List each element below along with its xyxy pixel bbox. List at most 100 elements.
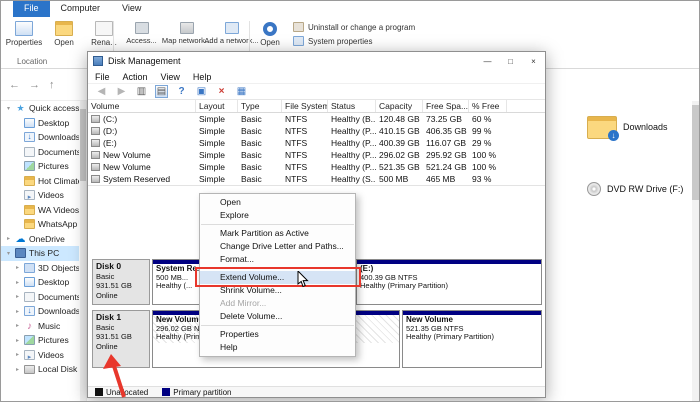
ribbon-button[interactable]: Properties (5, 19, 43, 49)
sidebar-item[interactable]: ▾ This PC (1, 246, 79, 261)
context-menu-item[interactable]: Format... (200, 253, 355, 266)
ribbon-tab[interactable]: View (111, 1, 152, 17)
videos-icon (24, 349, 35, 360)
context-menu-item[interactable] (201, 325, 354, 326)
forward-arrow-icon[interactable]: → (29, 79, 40, 91)
sidebar-item[interactable]: Downloads (1, 130, 79, 145)
sidebar-item[interactable]: ▸ Downloads (1, 304, 79, 319)
context-menu-item[interactable]: Change Drive Letter and Paths... (200, 240, 355, 253)
volume-row[interactable]: System Reserved Simple Basic NTFS Health… (88, 173, 545, 185)
chevron-icon[interactable]: ▸ (5, 235, 12, 242)
close-button[interactable]: × (522, 53, 545, 70)
sidebar-item[interactable]: ▸ Pictures (1, 333, 79, 348)
delete-volume-icon[interactable]: × (215, 86, 228, 97)
chevron-icon[interactable]: ▸ (14, 351, 21, 358)
sidebar-item[interactable]: ▾ Quick access (1, 101, 79, 116)
properties-icon[interactable]: ▤ (155, 85, 168, 98)
sidebar-item[interactable]: ▸ Music (1, 319, 79, 334)
chevron-icon[interactable]: ▸ (14, 366, 21, 373)
ribbon-button[interactable]: Access... (119, 20, 164, 47)
up-arrow-icon[interactable]: ↑ (49, 79, 55, 91)
ribbon-tab[interactable]: File (13, 1, 50, 17)
ribbon-button[interactable]: Add a network... (204, 20, 259, 47)
column-header[interactable]: Status (328, 100, 376, 112)
sidebar-item[interactable]: Documents (1, 145, 79, 160)
ribbon-button[interactable]: Map network... (162, 20, 211, 47)
back-icon[interactable]: ◀ (95, 86, 108, 97)
context-menu-item[interactable]: Properties (200, 328, 355, 341)
partition-new-volume-2[interactable]: New Volume 521.35 GB NTFS Healthy (Prima… (402, 310, 542, 368)
sidebar-item[interactable]: ▸ Desktop (1, 275, 79, 290)
ribbon-button[interactable]: Open (45, 19, 83, 49)
menubar-item[interactable]: File (95, 72, 110, 82)
chevron-icon[interactable]: ▸ (14, 279, 21, 286)
help-icon[interactable]: ? (175, 86, 188, 97)
sidebar-item[interactable]: ▸ Videos (1, 348, 79, 363)
ribbon-button[interactable]: Rena... (85, 19, 123, 49)
sidebar-item[interactable]: WhatsApp Ima... (1, 217, 79, 232)
content-tile[interactable]: Downloads (587, 107, 697, 147)
context-menu-item[interactable]: Mark Partition as Active (200, 227, 355, 240)
ribbon-tab[interactable]: Computer (49, 1, 112, 17)
sidebar-item[interactable]: ▸ 3D Objects (1, 261, 79, 276)
ribbon-row-button[interactable]: System properties (293, 36, 415, 46)
column-header[interactable]: File System (282, 100, 328, 112)
chevron-icon[interactable]: ▸ (14, 337, 21, 344)
open-settings-button[interactable]: Open (255, 20, 285, 49)
cell-status: Healthy (P... (331, 126, 376, 136)
title-bar[interactable]: Disk Management — □ × (88, 52, 545, 70)
context-menu-item[interactable]: Open (200, 196, 355, 209)
sidebar-item[interactable]: Videos (1, 188, 79, 203)
minimize-button[interactable]: — (476, 53, 499, 70)
content-tile[interactable]: DVD RW Drive (F:) (587, 179, 697, 199)
sidebar-item[interactable]: ▸ OneDrive (1, 232, 79, 247)
context-menu-item[interactable]: Delete Volume... (200, 310, 355, 323)
chevron-icon[interactable]: ▸ (14, 322, 21, 329)
tile-label: Downloads (623, 122, 668, 132)
properties-icon (15, 21, 33, 36)
console-tree-icon[interactable]: ▥ (135, 86, 148, 97)
chevron-icon[interactable]: ▾ (5, 105, 12, 112)
folder-icon (24, 175, 35, 186)
scrollbar-thumb[interactable] (692, 105, 699, 200)
back-arrow-icon[interactable]: ← (9, 79, 20, 91)
volume-row[interactable]: New Volume Simple Basic NTFS Healthy (P.… (88, 161, 545, 173)
menubar-item[interactable]: Action (123, 72, 148, 82)
sidebar-item[interactable]: ▸ Documents (1, 290, 79, 305)
volume-row[interactable]: (E:) Simple Basic NTFS Healthy (P... 400… (88, 137, 545, 149)
menubar-item[interactable]: Help (193, 72, 212, 82)
forward-icon[interactable]: ▶ (115, 86, 128, 97)
sidebar-item[interactable]: Pictures (1, 159, 79, 174)
chevron-icon[interactable]: ▸ (14, 293, 21, 300)
graphic-view-icon[interactable]: ▦ (235, 86, 248, 97)
column-header[interactable]: Type (238, 100, 282, 112)
chevron-icon[interactable]: ▸ (14, 264, 21, 271)
maximize-button[interactable]: □ (499, 53, 522, 70)
context-menu-item[interactable]: Add Mirror... (200, 297, 355, 310)
disk-0-label[interactable]: Disk 0 Basic 931.51 GB Online (92, 259, 150, 305)
content-scrollbar[interactable] (692, 101, 699, 401)
sidebar-item[interactable]: Desktop (1, 116, 79, 131)
column-header[interactable]: Capacity (376, 100, 423, 112)
column-header[interactable]: Layout (196, 100, 238, 112)
sidebar-item[interactable]: WA Videos (1, 203, 79, 218)
column-header[interactable]: Volume (88, 100, 196, 112)
menubar-item[interactable]: View (161, 72, 180, 82)
partition-e[interactable]: (E:) 400.39 GB NTFS Healthy (Primary Par… (356, 259, 542, 305)
volume-row[interactable]: (D:) Simple Basic NTFS Healthy (P... 410… (88, 125, 545, 137)
ribbon-row-button[interactable]: Uninstall or change a program (293, 22, 415, 32)
volume-row[interactable]: (C:) Simple Basic NTFS Healthy (B... 120… (88, 113, 545, 125)
sidebar-item[interactable]: ▸ Local Disk (C:) (1, 362, 79, 377)
column-header[interactable]: Free Spa... (423, 100, 469, 112)
sidebar-item[interactable]: Hot Climates (1, 174, 79, 189)
context-menu-item[interactable]: Help (200, 341, 355, 354)
context-menu-item[interactable]: Explore (200, 209, 355, 222)
chevron-icon[interactable]: ▸ (14, 308, 21, 315)
sidebar-item-label: 3D Objects (38, 262, 79, 273)
column-header[interactable]: % Free (469, 100, 507, 112)
volume-row[interactable]: New Volume Simple Basic NTFS Healthy (P.… (88, 149, 545, 161)
views-icon[interactable]: ▣ (195, 86, 208, 97)
this-pc-icon (15, 248, 26, 259)
chevron-icon[interactable]: ▾ (5, 250, 12, 257)
context-menu-item[interactable] (201, 224, 354, 225)
